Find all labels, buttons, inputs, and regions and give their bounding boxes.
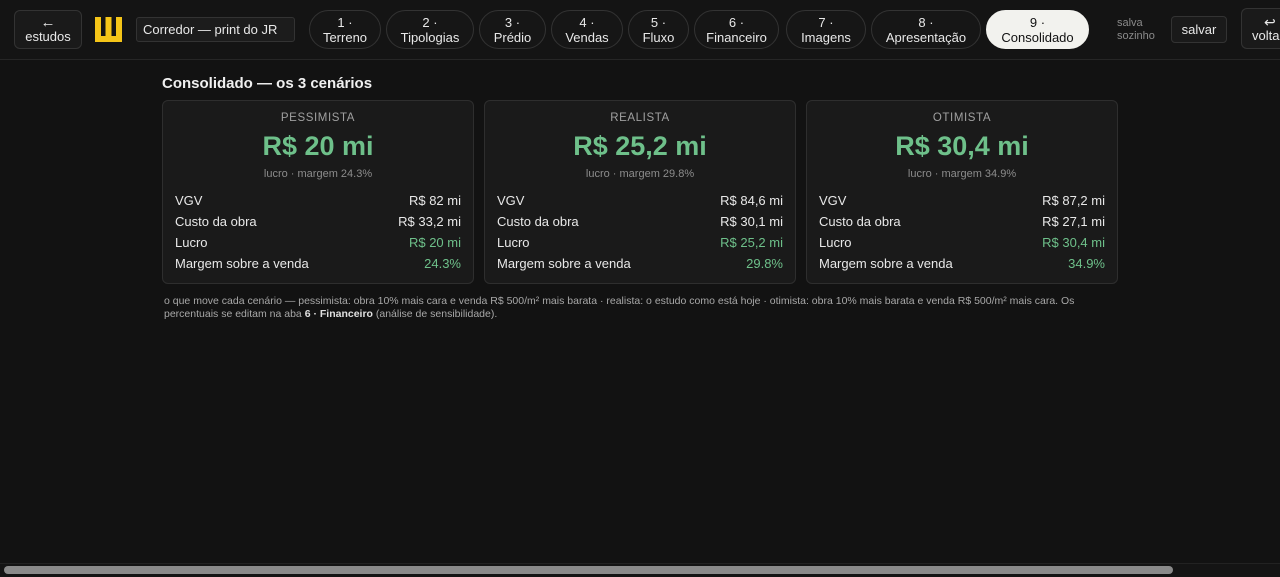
page-title: Consolidado — os 3 cenários: [162, 75, 373, 92]
scenario-margin-summary: lucro · margem 24.3%: [263, 168, 373, 180]
tab-label: Financeiro: [706, 30, 767, 45]
metric-label: Lucro: [175, 235, 208, 250]
metric-label: Lucro: [819, 235, 852, 250]
metric-row: Lucro R$ 30,4 mi: [819, 234, 1105, 255]
tab-label: Tipologias: [400, 30, 460, 45]
metric-row: Custo da obra R$ 27,1 mi: [819, 213, 1105, 234]
scenario-label: REALISTA: [610, 112, 670, 124]
tab-number: 3 ·: [504, 15, 521, 30]
metric-row: VGV R$ 84,6 mi: [497, 192, 783, 213]
metric-value: R$ 20 mi: [408, 235, 461, 250]
back-button-label: estudos: [25, 29, 71, 44]
scenario-margin-summary: lucro · margem 34.9%: [907, 168, 1017, 180]
metric-value: R$ 82 mi: [408, 193, 461, 208]
metric-label: Margem sobre a venda: [819, 256, 953, 271]
autosave-status: salva sozinho: [1117, 17, 1155, 42]
metric-label: Custo da obra: [819, 214, 901, 229]
undo-button-label: voltar: [1252, 28, 1280, 43]
tab-number: 7 ·: [818, 15, 834, 30]
metric-label: VGV: [497, 193, 525, 208]
tab-tipologias[interactable]: 2 · Tipologias: [386, 10, 474, 49]
metric-value: 34.9%: [1068, 256, 1105, 271]
tab-consolidado[interactable]: 9 · Consolidado: [986, 10, 1089, 49]
tab-number: 2 ·: [422, 15, 438, 30]
metric-row: Margem sobre a venda 34.9%: [819, 255, 1105, 276]
tab-label: Prédio: [493, 30, 532, 45]
metric-label: Margem sobre a venda: [497, 256, 631, 271]
metric-value: R$ 30,1 mi: [720, 214, 783, 229]
tab-label: Imagens: [801, 30, 851, 45]
metric-row: Custo da obra R$ 30,1 mi: [497, 213, 783, 234]
tab-number: 4 ·: [579, 15, 595, 30]
tab-label: Consolidado: [1001, 30, 1074, 45]
tab-number: 8 ·: [918, 15, 934, 30]
scenario-profit: R$ 30,4 mi: [895, 131, 1029, 161]
footnote-tail: (análise de sensibilidade).: [372, 308, 498, 320]
tab-financeiro[interactable]: 6 · Financeiro: [694, 10, 779, 49]
scenario-label: OTIMISTA: [932, 112, 992, 124]
metric-label: VGV: [175, 193, 203, 208]
tab-number: 5 ·: [650, 15, 667, 30]
tab-predio[interactable]: 3 · Prédio: [479, 10, 546, 49]
metric-value: R$ 33,2 mi: [398, 214, 461, 229]
metric-value: R$ 87,2 mi: [1042, 193, 1105, 208]
undo-button[interactable]: ↩ voltar: [1241, 8, 1280, 49]
metric-value: 29.8%: [746, 256, 783, 271]
metric-row: Margem sobre a venda 24.3%: [175, 255, 461, 276]
tab-imagens[interactable]: 7 · Imagens: [786, 10, 866, 49]
metric-label: Margem sobre a venda: [175, 256, 309, 271]
tab-label: Vendas: [565, 30, 609, 45]
metric-label: Lucro: [497, 235, 530, 250]
scenario-profit: R$ 25,2 mi: [573, 131, 707, 161]
metric-value: 24.3%: [424, 256, 461, 271]
tab-terreno[interactable]: 1 · Terreno: [309, 10, 381, 49]
tab-fluxo[interactable]: 5 · Fluxo: [628, 10, 689, 49]
scenario-card-realista: REALISTA R$ 25,2 mi lucro · margem 29.8% VG…: [484, 100, 796, 284]
tab-label: Fluxo: [642, 30, 675, 45]
metric-value: R$ 84,6 mi: [720, 193, 783, 208]
metric-row: VGV R$ 87,2 mi: [819, 192, 1105, 213]
scenario-metrics: VGV R$ 82 mi Custo da obra R$ 33,2 mi Lucro R…: [175, 192, 461, 276]
metric-row: Margem sobre a venda 29.8%: [497, 255, 783, 276]
metric-row: VGV R$ 82 mi: [175, 192, 461, 213]
scenario-metrics: VGV R$ 84,6 mi Custo da obra R$ 30,1 mi Lucr…: [497, 192, 783, 276]
top-bar: ← estudos 1 ·Terreno2 ·Tipologias3 ·Préd…: [0, 0, 1280, 60]
metric-row: Lucro R$ 25,2 mi: [497, 234, 783, 255]
scenario-card-pessimista: PESSIMISTA R$ 20 mi lucro · margem 24.3% VG…: [162, 100, 474, 284]
footnote-tab-link: 6 · Financeiro: [304, 308, 373, 320]
scenario-metrics: VGV R$ 87,2 mi Custo da obra R$ 27,1 mi Lucr…: [819, 192, 1105, 276]
metric-label: Custo da obra: [497, 214, 579, 229]
tab-label: Terreno: [322, 30, 368, 45]
back-to-studies-button[interactable]: ← estudos: [14, 10, 82, 49]
scenario-label: PESSIMISTA: [280, 112, 356, 124]
arrow-left-icon: ←: [40, 14, 56, 31]
tab-apresentacao[interactable]: 8 · Apresentação: [871, 10, 981, 49]
metric-value: R$ 27,1 mi: [1042, 214, 1105, 229]
metric-label: VGV: [819, 193, 847, 208]
scenario-profit: R$ 20 mi: [262, 131, 374, 161]
undo-icon: ↩: [1264, 14, 1276, 30]
metric-row: Custo da obra R$ 33,2 mi: [175, 213, 461, 234]
tab-label: Apresentação: [885, 30, 967, 45]
project-name-input[interactable]: [136, 17, 295, 42]
footnote-text: o que move cada cenário — pessimista: ob…: [164, 295, 1075, 320]
logo-icon: [95, 17, 122, 42]
scenario-footnote: o que move cada cenário — pessimista: ob…: [164, 295, 1114, 321]
metric-label: Custo da obra: [175, 214, 257, 229]
scenario-margin-summary: lucro · margem 29.8%: [585, 168, 695, 180]
horizontal-scrollbar-thumb[interactable]: [4, 566, 1173, 574]
tab-number: 1 ·: [337, 15, 353, 30]
save-button[interactable]: salvar: [1171, 16, 1227, 43]
metric-value: R$ 30,4 mi: [1042, 235, 1105, 250]
tab-number: 6 ·: [728, 15, 745, 30]
tab-vendas[interactable]: 4 · Vendas: [551, 10, 623, 49]
metric-value: R$ 25,2 mi: [720, 235, 783, 250]
metric-row: Lucro R$ 20 mi: [175, 234, 461, 255]
scenario-card-otimista: OTIMISTA R$ 30,4 mi lucro · margem 34.9% VG…: [806, 100, 1118, 284]
tab-number: 9 ·: [1029, 15, 1046, 30]
